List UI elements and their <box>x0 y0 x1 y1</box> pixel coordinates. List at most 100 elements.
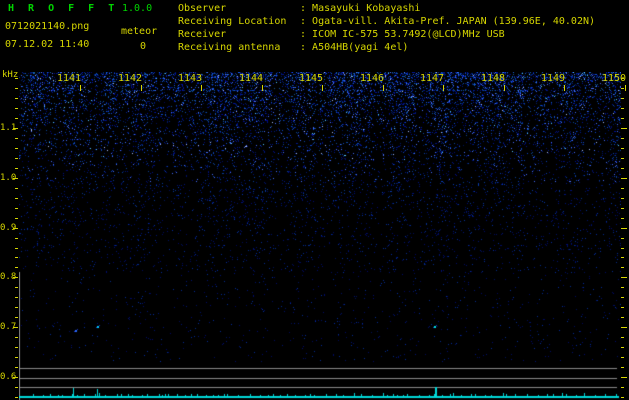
freq-minor-tick-right <box>621 238 624 239</box>
freq-minor-tick <box>15 347 18 348</box>
freq-minor-tick-right <box>621 198 624 199</box>
freq-minor-tick-right <box>621 257 624 258</box>
freq-major-tick-right <box>621 327 627 328</box>
freq-major-tick-right <box>621 178 627 179</box>
time-tick-label: 1147 <box>420 73 445 84</box>
time-tick-mark <box>625 85 626 91</box>
freq-major-tick-right <box>621 377 627 378</box>
time-tick-label: 1149 <box>541 73 566 84</box>
freq-minor-tick-right <box>621 158 624 159</box>
freq-minor-tick-right <box>621 108 624 109</box>
freq-minor-tick-right <box>621 347 624 348</box>
time-tick-mark <box>383 85 384 91</box>
info-value: A504HB(yagi 4el) <box>312 42 409 53</box>
freq-minor-tick <box>15 317 18 318</box>
freq-major-tick-right <box>621 277 627 278</box>
freq-minor-tick <box>15 168 18 169</box>
info-label: Receiver <box>178 29 227 40</box>
time-tick-mark <box>564 85 565 91</box>
freq-minor-tick <box>15 387 18 388</box>
freq-minor-tick-right <box>621 168 624 169</box>
freq-minor-tick <box>15 118 18 119</box>
capture-filename: 0712021140.png <box>5 21 90 32</box>
time-tick-mark <box>141 85 142 91</box>
time-tick-mark <box>322 85 323 91</box>
freq-minor-tick <box>15 397 18 398</box>
freq-minor-tick <box>15 337 18 338</box>
freq-minor-tick-right <box>621 357 624 358</box>
freq-tick-label: 0.9 <box>0 223 17 233</box>
freq-minor-tick <box>15 357 18 358</box>
freq-minor-tick-right <box>621 387 624 388</box>
freq-minor-tick <box>15 88 18 89</box>
freq-minor-tick-right <box>621 88 624 89</box>
freq-minor-tick <box>15 158 18 159</box>
freq-minor-tick <box>15 198 18 199</box>
freq-minor-tick <box>15 367 18 368</box>
freq-minor-tick-right <box>621 148 624 149</box>
info-separator: : <box>300 3 313 14</box>
freq-minor-tick-right <box>621 248 624 249</box>
hrofft-window: H R O F F T 1.0.0 0712021140.png meteor … <box>0 0 629 400</box>
time-tick-label: 1148 <box>481 73 506 84</box>
time-tick-mark <box>443 85 444 91</box>
time-tick-label: 1144 <box>239 73 264 84</box>
time-tick-mark <box>80 85 81 91</box>
info-separator: : <box>300 42 313 53</box>
freq-minor-tick <box>15 148 18 149</box>
app-version: 1.0.0 <box>122 3 153 14</box>
freq-minor-tick <box>15 238 18 239</box>
freq-minor-tick-right <box>621 337 624 338</box>
info-label: Receiving antenna <box>178 42 281 53</box>
freq-minor-tick-right <box>621 98 624 99</box>
observer-info-row: Receiving antenna: A504HB(yagi 4el) <box>178 41 595 54</box>
freq-minor-tick <box>15 78 18 79</box>
freq-tick-label: 0.7 <box>0 322 17 332</box>
freq-minor-tick <box>15 257 18 258</box>
freq-minor-tick-right <box>621 297 624 298</box>
freq-minor-tick-right <box>621 138 624 139</box>
time-tick-label: 1142 <box>118 73 143 84</box>
freq-minor-tick <box>15 267 18 268</box>
freq-minor-tick-right <box>621 367 624 368</box>
time-tick-label: 1146 <box>360 73 385 84</box>
info-separator: : <box>300 29 313 40</box>
freq-minor-tick-right <box>621 267 624 268</box>
info-label: Observer <box>178 3 227 14</box>
meteor-counter-label: meteor <box>121 26 158 37</box>
freq-tick-label: 0.6 <box>0 372 17 382</box>
freq-minor-tick <box>15 108 18 109</box>
time-tick-mark <box>262 85 263 91</box>
freq-minor-tick <box>15 218 18 219</box>
info-value: ICOM IC-575 53.7492(@LCD)MHz USB <box>312 29 505 40</box>
time-tick-label: 1143 <box>178 73 203 84</box>
app-title: H R O F F T <box>8 3 119 14</box>
freq-minor-tick-right <box>621 397 624 398</box>
time-tick-mark <box>201 85 202 91</box>
freq-major-tick-right <box>621 228 627 229</box>
info-value: Ogata-vill. Akita-Pref. JAPAN (139.96E, … <box>312 16 596 27</box>
meteor-counter-value: 0 <box>140 41 147 52</box>
capture-datetime: 07.12.02 11:40 <box>5 39 90 50</box>
info-value: Masayuki Kobayashi <box>312 3 421 14</box>
freq-minor-tick-right <box>621 287 624 288</box>
freq-minor-tick <box>15 188 18 189</box>
freq-minor-tick <box>15 138 18 139</box>
info-label: Receiving Location <box>178 16 287 27</box>
freq-minor-tick-right <box>621 118 624 119</box>
freq-tick-label: 0.8 <box>0 272 17 282</box>
freq-tick-label: 1.0 <box>0 173 17 183</box>
observer-info-block: Observer: Masayuki Kobayashi Receiving Lo… <box>178 2 595 54</box>
freq-minor-tick-right <box>621 317 624 318</box>
freq-minor-tick <box>15 307 18 308</box>
observer-info-row: Receiving Location: Ogata-vill. Akita-Pr… <box>178 15 595 28</box>
observer-info-row: Observer: Masayuki Kobayashi <box>178 2 595 15</box>
freq-minor-tick <box>15 98 18 99</box>
freq-minor-tick <box>15 248 18 249</box>
time-tick-label: 1150 <box>602 73 627 84</box>
freq-minor-tick <box>15 297 18 298</box>
freq-minor-tick <box>15 208 18 209</box>
freq-tick-label: 1.1 <box>0 123 17 133</box>
freq-minor-tick-right <box>621 307 624 308</box>
freq-minor-tick-right <box>621 188 624 189</box>
